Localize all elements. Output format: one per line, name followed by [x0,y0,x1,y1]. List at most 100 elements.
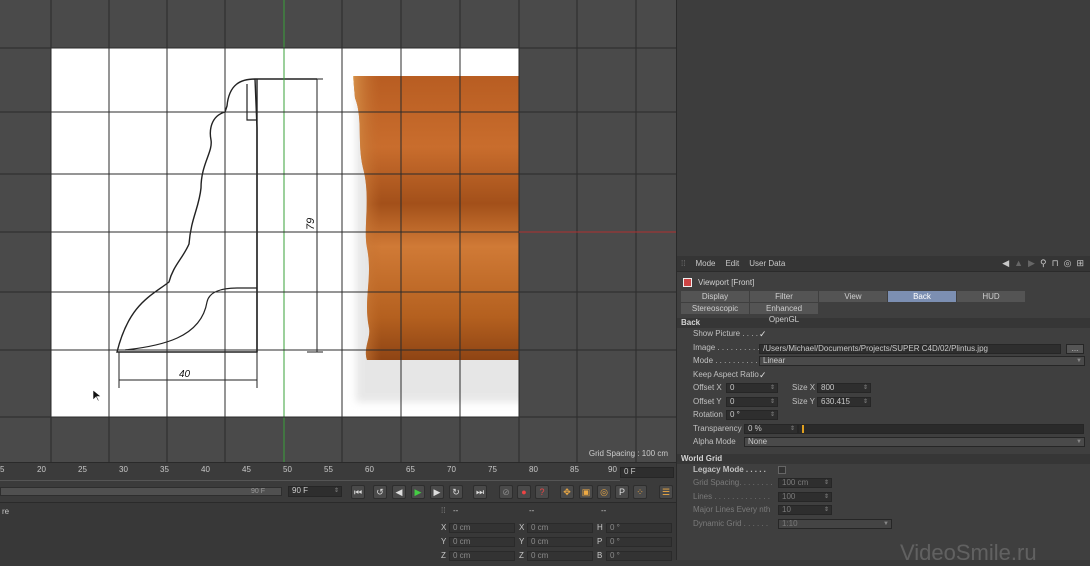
row-grid-spacing: Grid Spacing. . . . . . . . 100 cm ⇕ [677,477,1090,491]
row-legacy-mode: Legacy Mode . . . . . [677,464,1090,478]
up-arrow-icon[interactable]: ▲ [1014,258,1023,269]
major-lines-value: 10 [782,505,791,514]
new-panel-icon[interactable]: ⊞ [1076,258,1084,269]
timeline-tick-label: 55 [324,465,333,474]
size-x-value: 800 [821,383,835,392]
size-axis-label: Y [519,537,525,546]
end-frame-value: 90 F [292,486,309,495]
transparency-field[interactable]: 0 % ⇕ [744,423,798,434]
major-lines-field[interactable]: 10 ⇕ [778,505,832,515]
coord-axis-label: X [441,523,447,532]
transparency-slider[interactable] [798,423,1084,434]
tab-view[interactable]: View [819,291,887,302]
autokey-button[interactable]: ? [535,485,549,499]
lock-icon[interactable]: ⊓ [1052,258,1059,269]
row-show-picture: Show Picture . . . . . ✓ [677,328,1090,342]
size-x-field[interactable]: 800 ⇕ [817,383,871,393]
row-offset-x: Offset X 0 ⇕ Size X 800 ⇕ [677,382,1090,396]
section-world-grid[interactable]: World Grid [677,453,1090,464]
rotate-key-icon[interactable]: ◎ [597,485,611,499]
timeline[interactable]: 5 20 25 30 35 40 45 50 55 60 65 70 75 80 85 90 0 F 90 F… [0,462,676,502]
tab-back[interactable]: Back [888,291,956,302]
size-field[interactable]: 0 cm [527,537,593,547]
position-field[interactable]: 0 cm [449,537,515,547]
tab-stereoscopic[interactable]: Stereoscopic [681,303,749,314]
current-frame-value: 0 F [624,467,636,476]
viewport-front[interactable]: 79 40 Grid Spacing : 100 cm [0,0,676,462]
coord-axis-label: Z [441,551,446,560]
tab-row-2: Stereoscopic Enhanced OpenGL [677,303,1090,324]
timeline-tick-label: 70 [447,465,456,474]
coordinates-left-label: re [2,507,10,516]
timeline-tick-label: 25 [78,465,87,474]
tab-hud[interactable]: HUD [957,291,1025,302]
attribute-title: Viewport [Front] [698,277,755,287]
tab-filter[interactable]: Filter [750,291,818,302]
search-icon[interactable]: ⚲ [1040,258,1047,269]
grid-spacing-label: Grid Spacing. . . . . . . . [693,478,773,487]
legacy-mode-checkbox[interactable] [778,465,786,474]
tab-enhanced-opengl[interactable]: Enhanced OpenGL [750,303,818,324]
rotation-field[interactable]: 0 ° [606,523,672,533]
menu-edit[interactable]: Edit [725,259,739,268]
range-slider[interactable]: 90 F [0,487,282,496]
alpha-mode-dropdown[interactable]: None ▼ [744,437,1085,447]
parameter-key-icon[interactable]: P [615,485,629,499]
size-y-field[interactable]: 630.415 ⇕ [817,396,871,407]
next-frame-button[interactable]: ▶ [430,485,444,499]
row-rotation: Rotation 0 ° ⇕ [677,409,1090,423]
point-level-icon[interactable]: ⁘ [633,485,647,499]
lines-field[interactable]: 100 ⇕ [778,491,832,502]
position-field[interactable]: 0 cm [449,523,515,533]
timeline-tick-label: 80 [529,465,538,474]
offset-x-field[interactable]: 0 ⇕ [726,383,778,393]
alpha-mode-label: Alpha Mode [693,437,736,446]
target-icon[interactable]: ◎ [1064,258,1072,269]
scheme-menu-icon[interactable]: ☰ [659,485,673,499]
show-picture-label: Show Picture . . . . . [693,329,763,338]
size-x-label: Size X [792,383,816,392]
image-browse-button[interactable]: ... [1066,343,1084,354]
tab-display[interactable]: Display [681,291,749,302]
move-key-icon[interactable]: ✥ [560,485,574,499]
back-arrow-icon[interactable]: ◀ [1002,258,1009,269]
offset-y-field[interactable]: 0 ⇕ [726,396,778,407]
previous-frame-button[interactable]: ◀ [392,485,406,499]
menu-mode[interactable]: Mode [695,259,715,268]
timeline-tick-label: 30 [119,465,128,474]
size-axis-label: X [519,523,525,532]
next-key-button[interactable]: ↻ [449,485,463,499]
record-button[interactable]: ● [517,485,531,499]
forward-arrow-icon[interactable]: ▶ [1028,258,1035,269]
attribute-manager: ⁞⁞ Mode Edit User Data ◀ ▲ ▶ ⚲ ⊓ ◎ ⊞ Vie… [676,256,1090,560]
end-frame-field[interactable]: 90 F ⇕ [288,486,342,497]
rotation-field[interactable]: 0 ° [606,537,672,547]
keep-aspect-checkbox[interactable]: ✓ [759,370,767,379]
mouse-cursor-icon [92,389,102,402]
current-frame-field[interactable]: 0 F [620,467,674,478]
rotation-field[interactable]: 0 ° ⇕ [726,410,778,420]
timeline-tick-label: 65 [406,465,415,474]
play-button[interactable]: ▶ [411,485,425,499]
previous-key-button[interactable]: ↺ [373,485,387,499]
lines-label: Lines . . . . . . . . . . . . . [693,491,770,501]
go-to-end-button[interactable]: ⏭ [473,485,487,499]
grip-icon: ⁞⁞ [681,259,686,268]
show-picture-checkbox[interactable]: ✓ [759,330,767,339]
image-path-field[interactable]: /Users/Michael/Documents/Projects/SUPER … [759,343,1061,354]
coordinates-header-size: -- [529,506,535,515]
chevron-down-icon: ▼ [1076,358,1082,364]
timeline-track[interactable] [0,475,620,481]
keyframe-selection-button[interactable]: ⊘ [499,485,513,499]
mode-dropdown[interactable]: Linear ▼ [759,356,1085,366]
slider-handle[interactable] [802,424,804,433]
scale-key-icon[interactable]: ▣ [579,485,593,499]
chevron-down-icon: ▼ [1076,439,1082,445]
section-back[interactable]: Back [677,318,1090,328]
grid-spacing-field[interactable]: 100 cm ⇕ [778,478,832,488]
dynamic-grid-dropdown[interactable]: 1:10 ▼ [778,518,892,529]
go-to-start-button[interactable]: ⏮ [351,485,365,499]
size-field[interactable]: 0 cm [527,523,593,533]
mode-value: Linear [763,356,786,365]
menu-user-data[interactable]: User Data [749,259,785,268]
